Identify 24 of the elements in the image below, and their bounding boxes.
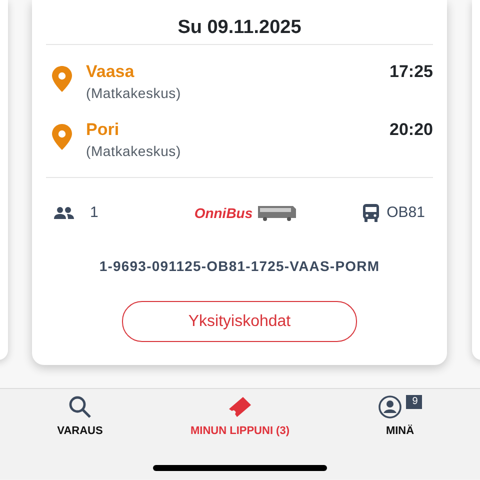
brand-logo-text: OnniBus — [194, 204, 253, 222]
departure-time: 17:25 — [390, 61, 433, 83]
tab-bar-item[interactable]: VARAUS — [0, 389, 160, 479]
notification-flag: 9 — [406, 395, 422, 409]
departure-time: 20:20 — [390, 119, 433, 141]
city-name: Pori — [86, 119, 120, 141]
location-pin-icon — [52, 124, 72, 150]
location-pin-icon — [52, 66, 72, 92]
tab-bar-item[interactable]: 9 MINÄ — [320, 389, 480, 479]
coach-bus-icon — [256, 204, 297, 221]
city-name: Vaasa — [86, 61, 136, 83]
date-heading: Su 09.11.2025 — [176, 16, 302, 40]
ticket-code: 1-9693-091125-OB81-1725-VAAS-PORM — [98, 257, 381, 276]
station-name: (Matkakeskus) — [86, 84, 181, 103]
ticket-icon — [227, 395, 253, 419]
station-name: (Matkakeskus) — [86, 142, 181, 161]
search-icon — [68, 395, 92, 419]
people-icon — [54, 206, 74, 219]
details-button[interactable]: Yksityiskohdat — [122, 301, 357, 342]
tab-bar-item[interactable]: MINUN LIPPUNI (3) — [160, 389, 320, 479]
bus-icon — [362, 204, 379, 222]
profile-icon — [378, 395, 402, 419]
passenger-count: 1 — [90, 202, 98, 223]
line-number: OB81 — [386, 202, 425, 223]
